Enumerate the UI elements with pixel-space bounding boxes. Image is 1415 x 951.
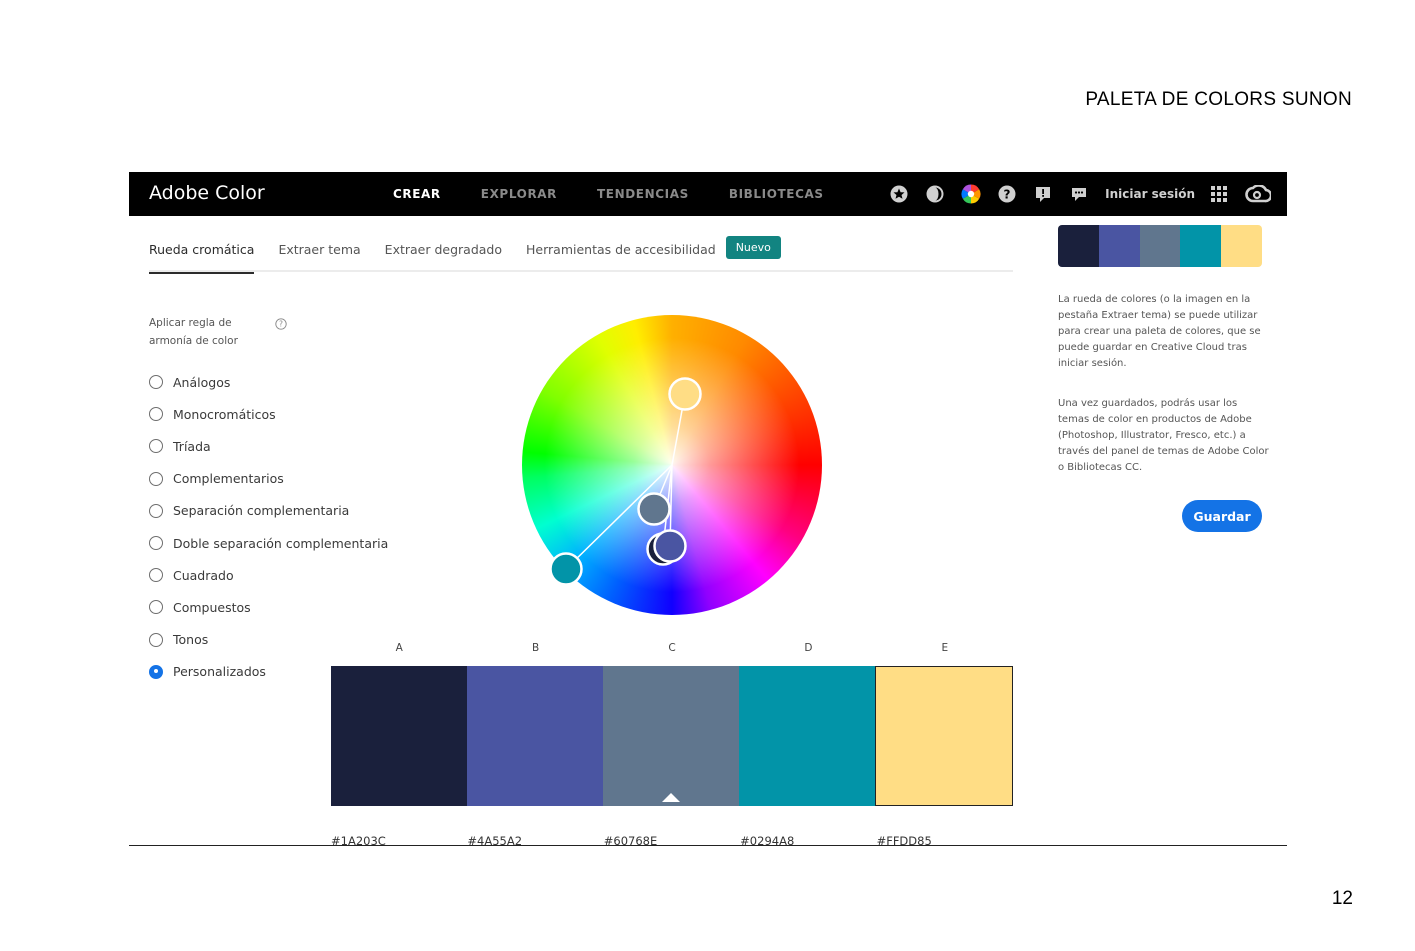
- brand-logo[interactable]: Adobe Color: [149, 182, 265, 204]
- harmony-heading-line1: Aplicar regla de: [149, 317, 232, 329]
- swatch-b[interactable]: [467, 666, 603, 806]
- new-badge: Nuevo: [725, 236, 781, 259]
- wheel-handles: [549, 377, 702, 586]
- rule-monocromaticos[interactable]: Monocromáticos: [149, 398, 388, 430]
- tab-extract-gradient[interactable]: Extraer degradado: [385, 236, 502, 272]
- rule-cuadrado[interactable]: Cuadrado: [149, 559, 388, 591]
- harmony-heading-line2: armonía de color: [149, 335, 238, 347]
- rule-label: Compuestos: [173, 599, 251, 615]
- handle-e[interactable]: [668, 377, 702, 411]
- swatch-letters: A B C D E: [331, 642, 1013, 654]
- divider-line: [129, 845, 1287, 846]
- top-navigation-bar: Adobe Color CREAR EXPLORAR TENDENCIAS BI…: [129, 172, 1287, 216]
- handle-c[interactable]: [637, 492, 671, 526]
- rule-analogos[interactable]: Análogos: [149, 366, 388, 398]
- star-icon[interactable]: [889, 184, 909, 204]
- rule-label: Tríada: [173, 438, 211, 454]
- preview-swatch-c: [1139, 225, 1181, 267]
- tab-extract-theme[interactable]: Extraer tema: [278, 236, 360, 272]
- radio-button[interactable]: [149, 407, 163, 422]
- radio-button[interactable]: [149, 503, 163, 518]
- harmony-rule-list: Análogos Monocromáticos Tríada Complemen…: [149, 366, 388, 688]
- rule-label: Personalizados: [173, 664, 266, 680]
- rule-compuestos[interactable]: Compuestos: [149, 591, 388, 623]
- swatch-e[interactable]: [875, 666, 1013, 806]
- rule-label: Complementarios: [173, 471, 284, 487]
- page-number: 12: [1331, 888, 1353, 909]
- radio-button[interactable]: [149, 536, 163, 551]
- color-wheel-icon[interactable]: [961, 184, 981, 204]
- palette-preview: [1058, 225, 1262, 267]
- info-paragraph-2: Una vez guardados, podrás usar los temas…: [1058, 398, 1269, 473]
- apps-grid-icon[interactable]: [1209, 184, 1229, 204]
- radio-button[interactable]: [149, 632, 163, 647]
- preview-swatch-b: [1098, 225, 1140, 267]
- rule-triada[interactable]: Tríada: [149, 430, 388, 462]
- tool-tabs: Rueda cromática Extraer tema Extraer deg…: [149, 236, 1013, 274]
- radio-button[interactable]: [149, 568, 163, 583]
- radio-button-selected[interactable]: [149, 664, 163, 679]
- handle-b[interactable]: [653, 529, 687, 563]
- rule-label: Análogos: [173, 374, 231, 390]
- svg-text:?: ?: [1004, 188, 1011, 202]
- swatch-letter: D: [804, 642, 813, 654]
- nav-bibliotecas[interactable]: BIBLIOTECAS: [729, 187, 824, 201]
- rule-label: Tonos: [173, 632, 209, 648]
- harmony-help-icon[interactable]: ?: [275, 317, 287, 335]
- preview-swatch-a: [1058, 225, 1099, 267]
- creative-cloud-icon[interactable]: [1245, 184, 1271, 204]
- swatch-letter: A: [395, 642, 403, 654]
- swatch-letter: B: [532, 642, 540, 654]
- info-paragraph-1: La rueda de colores (o la imagen en la p…: [1058, 294, 1261, 369]
- swatch-a[interactable]: [331, 666, 467, 806]
- radio-button[interactable]: [149, 600, 163, 615]
- save-button[interactable]: Guardar: [1182, 500, 1262, 532]
- preview-swatch-e: [1221, 225, 1262, 267]
- rule-doble-separacion[interactable]: Doble separación complementaria: [149, 527, 388, 559]
- swatch-letter: E: [941, 642, 949, 654]
- document-title: PALETA DE COLORS SUNON: [1085, 89, 1352, 110]
- svg-text:?: ?: [279, 320, 283, 329]
- nav-tendencias[interactable]: TENDENCIAS: [597, 187, 689, 201]
- chat-icon[interactable]: [1069, 184, 1089, 204]
- rule-label: Doble separación complementaria: [173, 535, 389, 551]
- tab-color-wheel[interactable]: Rueda cromática: [149, 236, 255, 274]
- swatch-c[interactable]: [603, 666, 739, 806]
- rule-complementarios[interactable]: Complementarios: [149, 463, 388, 495]
- swatch-letter: C: [668, 642, 676, 654]
- main-nav: CREAR EXPLORAR TENDENCIAS BIBLIOTECAS: [393, 172, 864, 216]
- radio-button[interactable]: [149, 471, 163, 486]
- nav-explorar[interactable]: EXPLORAR: [481, 187, 557, 201]
- palette-swatches: [331, 666, 1013, 806]
- nav-crear[interactable]: CREAR: [393, 187, 441, 201]
- contrast-icon[interactable]: [925, 184, 945, 204]
- feedback-icon[interactable]: [1033, 184, 1053, 204]
- color-wheel[interactable]: [522, 315, 822, 615]
- rule-separacion-complementaria[interactable]: Separación complementaria: [149, 495, 388, 527]
- rule-label: Monocromáticos: [173, 406, 276, 422]
- swatch-d[interactable]: [739, 666, 875, 806]
- harmony-rule-heading: Aplicar regla de armonía de color: [149, 314, 259, 350]
- handle-d[interactable]: [549, 552, 583, 586]
- help-icon[interactable]: ?: [997, 184, 1017, 204]
- preview-swatch-d: [1180, 225, 1222, 267]
- tab-accessibility-tools[interactable]: Herramientas de accesibilidad: [526, 236, 716, 272]
- rule-label: Separación complementaria: [173, 503, 350, 519]
- signin-link[interactable]: Iniciar sesión: [1105, 187, 1195, 201]
- rule-label: Cuadrado: [173, 567, 234, 583]
- radio-button[interactable]: [149, 375, 163, 390]
- toolbar-icons: ? Iniciar sesión: [889, 172, 1287, 216]
- radio-button[interactable]: [149, 439, 163, 454]
- selected-swatch-indicator: [662, 793, 680, 802]
